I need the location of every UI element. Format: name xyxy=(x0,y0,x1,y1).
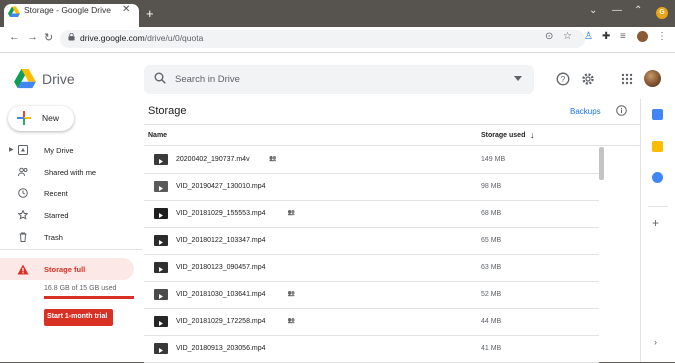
video-thumbnail xyxy=(154,343,168,354)
bookmark-star-icon[interactable]: ☆ xyxy=(563,31,572,42)
video-thumbnail xyxy=(154,154,168,165)
menu-icon[interactable]: ⋮ xyxy=(657,31,667,42)
storage-usage-bar xyxy=(44,296,134,299)
file-size: 41 MB xyxy=(481,345,502,352)
maximize-icon[interactable]: ⌃ xyxy=(634,5,642,16)
new-tab-button[interactable]: + xyxy=(146,6,154,21)
file-size: 65 MB xyxy=(481,237,502,244)
side-panel-rail xyxy=(640,99,675,362)
storage-full-label: Storage full xyxy=(44,265,86,274)
search-options-icon[interactable] xyxy=(514,76,522,81)
new-button-label: New xyxy=(42,113,60,123)
info-icon[interactable] xyxy=(616,105,627,116)
file-name[interactable]: VID_20180913_203056.mp4 xyxy=(176,345,266,352)
file-name[interactable]: VID_20181030_103641.mp4 xyxy=(176,291,266,298)
scrollbar[interactable] xyxy=(599,147,604,180)
get-addons-icon[interactable]: + xyxy=(652,216,659,230)
star-icon xyxy=(18,210,28,220)
my-drive-icon xyxy=(18,145,28,155)
url-text: drive.google.com/drive/u/0/quota xyxy=(80,33,204,43)
lens-icon[interactable]: ⊙ xyxy=(545,31,553,42)
sidebar-item-my-drive[interactable]: My Drive xyxy=(44,146,74,155)
file-name[interactable]: VID_20190427_130010.mp4 xyxy=(176,183,266,190)
back-icon[interactable]: ← xyxy=(9,31,20,43)
file-size: 68 MB xyxy=(481,210,502,217)
sidebar-item-recent[interactable]: Recent xyxy=(44,189,68,198)
keep-icon[interactable] xyxy=(652,141,663,152)
drive-favicon-icon xyxy=(8,6,20,17)
drive-logo-icon[interactable] xyxy=(14,69,36,89)
page-title: Storage xyxy=(148,105,187,117)
trash-icon xyxy=(19,232,27,242)
clock-icon xyxy=(18,188,28,198)
file-size: 149 MB xyxy=(481,156,506,163)
puzzle-icon[interactable]: ✚ xyxy=(602,31,610,42)
expand-my-drive-icon[interactable]: ▶ xyxy=(9,146,14,153)
video-thumbnail xyxy=(154,262,168,273)
sidebar-item-shared[interactable]: Shared with me xyxy=(44,168,96,177)
shared-icon: 👥 xyxy=(269,156,277,162)
lock-icon[interactable] xyxy=(68,33,75,41)
minimize-icon[interactable]: — xyxy=(612,5,622,16)
video-thumbnail xyxy=(154,208,168,219)
title-divider xyxy=(144,124,640,125)
sidebar-divider xyxy=(0,249,142,250)
file-size: 98 MB xyxy=(481,183,502,190)
settings-gear-icon[interactable] xyxy=(581,72,595,86)
sidebar-item-starred[interactable]: Starred xyxy=(44,211,69,220)
column-header-storage[interactable]: Storage used xyxy=(481,132,525,139)
file-name[interactable]: VID_20180122_103347.mp4 xyxy=(176,237,266,244)
tab-close-icon[interactable]: ✕ xyxy=(122,4,130,15)
shared-icon xyxy=(18,167,28,177)
sort-arrow-icon[interactable]: ↓ xyxy=(530,130,535,140)
video-thumbnail xyxy=(154,289,168,300)
media-icon[interactable]: ≡ xyxy=(620,31,626,42)
new-plus-icon xyxy=(17,111,31,125)
svg-text:?: ? xyxy=(561,75,566,84)
shared-icon: 👥 xyxy=(287,318,296,324)
extension-icon[interactable]: ♙ xyxy=(584,31,593,42)
window-profile-badge[interactable]: G xyxy=(656,7,668,19)
file-name[interactable]: 20200402_190737.m4v xyxy=(176,156,250,163)
file-size: 63 MB xyxy=(481,264,502,271)
file-name[interactable]: VID_20180123_090457.mp4 xyxy=(176,264,266,271)
drive-logo-text[interactable]: Drive xyxy=(42,71,75,87)
tasks-icon[interactable] xyxy=(652,172,663,183)
rail-divider xyxy=(648,206,668,207)
calendar-icon[interactable] xyxy=(652,109,663,120)
file-size: 44 MB xyxy=(481,318,502,325)
file-name[interactable]: VID_20181029_172258.mp4 xyxy=(176,318,266,325)
file-size: 52 MB xyxy=(481,291,502,298)
storage-usage-text: 16.8 GB of 15 GB used xyxy=(44,285,117,292)
video-thumbnail xyxy=(154,235,168,246)
show-side-panel-icon[interactable]: › xyxy=(654,337,657,347)
video-thumbnail xyxy=(154,316,168,327)
video-thumbnail xyxy=(154,181,168,192)
backups-link[interactable]: Backups xyxy=(570,107,601,116)
shared-icon: 👥 xyxy=(287,210,296,216)
file-name[interactable]: VID_20181029_155553.mp4 xyxy=(176,210,266,217)
column-header-name[interactable]: Name xyxy=(148,132,167,139)
reload-icon[interactable]: ↻ xyxy=(44,31,53,44)
account-avatar[interactable] xyxy=(644,70,661,87)
forward-icon[interactable]: → xyxy=(27,31,38,43)
help-icon[interactable]: ? xyxy=(556,72,570,86)
sidebar-item-trash[interactable]: Trash xyxy=(44,233,63,242)
search-input[interactable]: Search in Drive xyxy=(175,74,240,85)
profile-icon[interactable] xyxy=(637,31,648,42)
tab-title: Storage - Google Drive xyxy=(24,5,111,15)
apps-grid-icon[interactable] xyxy=(620,72,634,86)
search-icon[interactable] xyxy=(154,72,166,84)
warning-icon xyxy=(17,264,29,275)
start-trial-label: Start 1-month trial xyxy=(47,313,108,320)
shared-icon: 👥 xyxy=(287,291,296,297)
tab-search-icon[interactable]: ⌄ xyxy=(589,5,597,16)
